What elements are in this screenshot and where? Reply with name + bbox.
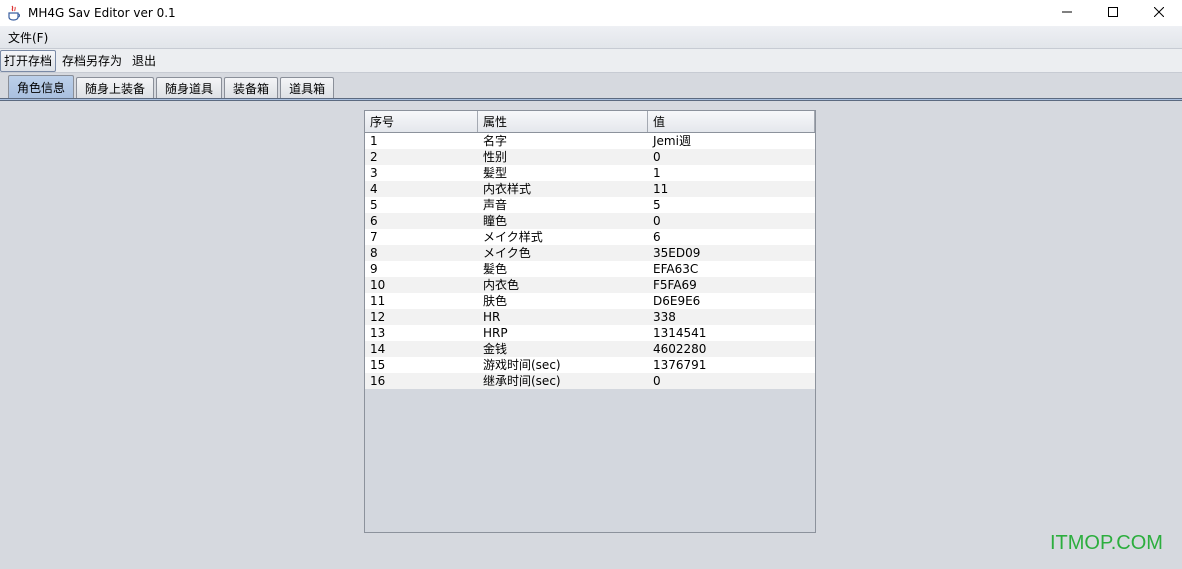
table-row[interactable]: 12 HR 338 <box>365 309 815 325</box>
cell-attribute[interactable]: 髪型 <box>478 165 648 181</box>
tab-carried-equipment[interactable]: 随身上装备 <box>76 77 155 99</box>
attribute-table: 序号 属性 值 1 名字 Jemi週 2 性别 0 3 髪型 1 4 内衣样式 11 5 声音 5 6 瞳色 0 7… <box>364 110 816 533</box>
java-app-icon <box>6 5 22 21</box>
cell-value[interactable]: 35ED09 <box>648 245 815 261</box>
cell-index[interactable]: 13 <box>365 325 478 341</box>
open-save-button[interactable]: 打开存档 <box>0 49 57 72</box>
cell-index[interactable]: 8 <box>365 245 478 261</box>
cell-index[interactable]: 15 <box>365 357 478 373</box>
cell-value[interactable]: 11 <box>648 181 815 197</box>
column-header-index[interactable]: 序号 <box>365 111 478 132</box>
title-bar: MH4G Sav Editor ver 0.1 <box>0 0 1182 26</box>
cell-attribute[interactable]: 继承时间(sec) <box>478 373 648 389</box>
table-row[interactable]: 11 肤色 D6E9E6 <box>365 293 815 309</box>
cell-attribute[interactable]: メイク色 <box>478 245 648 261</box>
close-button[interactable] <box>1136 0 1182 26</box>
tab-item-box[interactable]: 道具箱 <box>280 77 335 99</box>
cell-attribute[interactable]: 髪色 <box>478 261 648 277</box>
table-row[interactable]: 2 性别 0 <box>365 149 815 165</box>
cell-value[interactable]: 1 <box>648 165 815 181</box>
cell-index[interactable]: 14 <box>365 341 478 357</box>
toolbar: 打开存档 存档另存为 退出 <box>0 49 1182 73</box>
cell-value[interactable]: 6 <box>648 229 815 245</box>
tab-carried-items[interactable]: 随身道具 <box>156 77 223 99</box>
cell-attribute[interactable]: 瞳色 <box>478 213 648 229</box>
cell-attribute[interactable]: 金钱 <box>478 341 648 357</box>
cell-value[interactable]: 5 <box>648 197 815 213</box>
window-title: MH4G Sav Editor ver 0.1 <box>28 6 176 20</box>
table-row[interactable]: 3 髪型 1 <box>365 165 815 181</box>
cell-value[interactable]: F5FA69 <box>648 277 815 293</box>
minimize-button[interactable] <box>1044 0 1090 26</box>
save-as-button[interactable]: 存档另存为 <box>58 50 126 72</box>
cell-index[interactable]: 9 <box>365 261 478 277</box>
tab-bar: 角色信息 随身上装备 随身道具 装备箱 道具箱 <box>0 75 1182 99</box>
table-row[interactable]: 15 游戏时间(sec) 1376791 <box>365 357 815 373</box>
cell-attribute[interactable]: 游戏时间(sec) <box>478 357 648 373</box>
table-row[interactable]: 10 内衣色 F5FA69 <box>365 277 815 293</box>
minimize-icon <box>1062 5 1072 21</box>
table-row[interactable]: 14 金钱 4602280 <box>365 341 815 357</box>
table-row[interactable]: 9 髪色 EFA63C <box>365 261 815 277</box>
menu-bar: 文件(F) <box>0 26 1182 49</box>
close-icon <box>1153 5 1165 21</box>
cell-value[interactable]: D6E9E6 <box>648 293 815 309</box>
cell-value[interactable]: 1314541 <box>648 325 815 341</box>
tab-character-info[interactable]: 角色信息 <box>8 75 75 99</box>
tab-equipment-box[interactable]: 装备箱 <box>224 77 279 99</box>
tab-panel-border <box>0 98 1182 101</box>
cell-index[interactable]: 6 <box>365 213 478 229</box>
cell-attribute[interactable]: メイク样式 <box>478 229 648 245</box>
table-row[interactable]: 7 メイク样式 6 <box>365 229 815 245</box>
table-row[interactable]: 8 メイク色 35ED09 <box>365 245 815 261</box>
cell-value[interactable]: 0 <box>648 373 815 389</box>
cell-index[interactable]: 10 <box>365 277 478 293</box>
cell-index[interactable]: 5 <box>365 197 478 213</box>
watermark-logo: ITMOP.COM <box>1050 532 1163 554</box>
table-row[interactable]: 16 继承时间(sec) 0 <box>365 373 815 389</box>
maximize-icon <box>1108 5 1118 21</box>
cell-value[interactable]: 1376791 <box>648 357 815 373</box>
cell-index[interactable]: 12 <box>365 309 478 325</box>
cell-index[interactable]: 11 <box>365 293 478 309</box>
table-header: 序号 属性 值 <box>365 111 815 133</box>
cell-attribute[interactable]: 内衣样式 <box>478 181 648 197</box>
cell-value[interactable]: 0 <box>648 213 815 229</box>
cell-attribute[interactable]: HR <box>478 309 648 325</box>
cell-index[interactable]: 4 <box>365 181 478 197</box>
cell-index[interactable]: 1 <box>365 133 478 149</box>
maximize-button[interactable] <box>1090 0 1136 26</box>
cell-value[interactable]: 0 <box>648 149 815 165</box>
cell-value[interactable]: 4602280 <box>648 341 815 357</box>
cell-attribute[interactable]: HRP <box>478 325 648 341</box>
table-row[interactable]: 5 声音 5 <box>365 197 815 213</box>
table-row[interactable]: 4 内衣样式 11 <box>365 181 815 197</box>
cell-attribute[interactable]: 声音 <box>478 197 648 213</box>
table-row[interactable]: 6 瞳色 0 <box>365 213 815 229</box>
cell-attribute[interactable]: 内衣色 <box>478 277 648 293</box>
cell-index[interactable]: 7 <box>365 229 478 245</box>
cell-index[interactable]: 3 <box>365 165 478 181</box>
table-row[interactable]: 13 HRP 1314541 <box>365 325 815 341</box>
table-row[interactable]: 1 名字 Jemi週 <box>365 133 815 149</box>
column-header-attribute[interactable]: 属性 <box>478 111 648 132</box>
cell-index[interactable]: 2 <box>365 149 478 165</box>
cell-attribute[interactable]: 肤色 <box>478 293 648 309</box>
cell-attribute[interactable]: 名字 <box>478 133 648 149</box>
cell-attribute[interactable]: 性别 <box>478 149 648 165</box>
cell-value[interactable]: Jemi週 <box>648 133 815 149</box>
table-body: 1 名字 Jemi週 2 性别 0 3 髪型 1 4 内衣样式 11 5 声音 5 6 瞳色 0 7 メイク样式 6 8 メ… <box>365 133 815 389</box>
cell-index[interactable]: 16 <box>365 373 478 389</box>
menu-file[interactable]: 文件(F) <box>0 29 56 46</box>
cell-value[interactable]: 338 <box>648 309 815 325</box>
cell-value[interactable]: EFA63C <box>648 261 815 277</box>
column-header-value[interactable]: 值 <box>648 111 815 132</box>
exit-button[interactable]: 退出 <box>128 50 160 72</box>
